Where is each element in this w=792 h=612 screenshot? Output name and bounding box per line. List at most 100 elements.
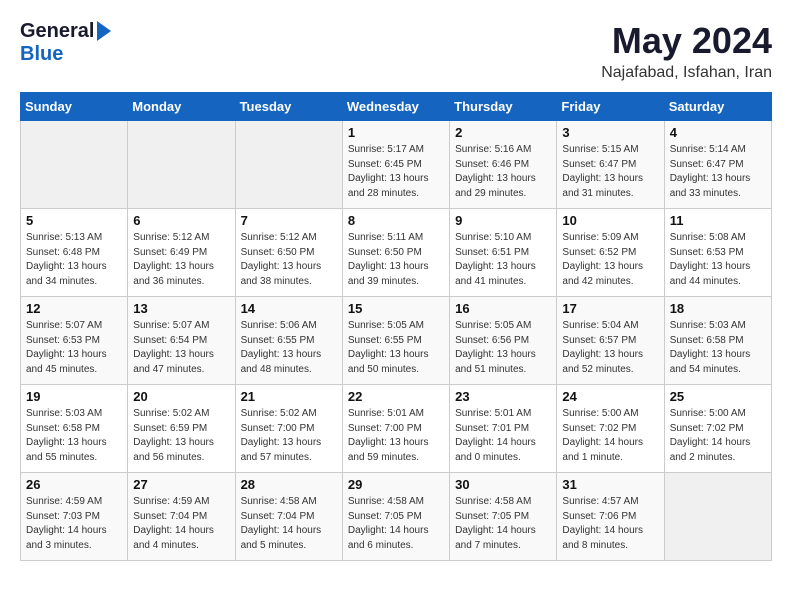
day-number: 19 — [26, 389, 122, 404]
day-detail: Sunrise: 5:01 AM Sunset: 7:01 PM Dayligh… — [455, 407, 551, 465]
month-title: May 2024 — [601, 20, 772, 62]
day-number: 18 — [670, 301, 766, 316]
day-number: 10 — [562, 213, 658, 228]
day-number: 20 — [133, 389, 229, 404]
day-of-week-header: Tuesday — [235, 93, 342, 121]
day-detail: Sunrise: 5:04 AM Sunset: 6:57 PM Dayligh… — [562, 319, 658, 377]
day-number: 3 — [562, 125, 658, 140]
calendar-cell: 26Sunrise: 4:59 AM Sunset: 7:03 PM Dayli… — [21, 473, 128, 561]
day-detail: Sunrise: 5:02 AM Sunset: 6:59 PM Dayligh… — [133, 407, 229, 465]
calendar-cell: 15 Sunrise: 5:05 AM Sunset: 6:55 PM Dayli… — [342, 297, 449, 385]
calendar-cell: 10Sunrise: 5:09 AM Sunset: 6:52 PM Dayli… — [557, 209, 664, 297]
day-number: 8 — [348, 213, 444, 228]
day-number: 17 — [562, 301, 658, 316]
day-number: 27 — [133, 477, 229, 492]
calendar-cell: 12Sunrise: 5:07 AM Sunset: 6:53 PM Dayli… — [21, 297, 128, 385]
day-detail: Sunrise: 4:57 AM Sunset: 7:06 PM Dayligh… — [562, 495, 658, 553]
calendar-cell: 7Sunrise: 5:12 AM Sunset: 6:50 PM Daylig… — [235, 209, 342, 297]
calendar-cell: 31Sunrise: 4:57 AM Sunset: 7:06 PM Dayli… — [557, 473, 664, 561]
day-number: 7 — [241, 213, 337, 228]
calendar-cell: 18 Sunrise: 5:03 AM Sunset: 6:58 PM Dayli… — [664, 297, 771, 385]
day-number: 4 — [670, 125, 766, 140]
logo-blue-text: Blue — [20, 43, 63, 65]
day-detail: Sunrise: 5:07 AM Sunset: 6:53 PM Dayligh… — [26, 319, 122, 377]
day-detail: Sunrise: 4:59 AM Sunset: 7:04 PM Dayligh… — [133, 495, 229, 553]
calendar-cell — [21, 121, 128, 209]
calendar-body: 1 Sunrise: 5:17 AM Sunset: 6:45 PM Daylig… — [21, 121, 772, 561]
calendar-table: SundayMondayTuesdayWednesdayThursdayFrid… — [20, 92, 772, 561]
day-detail: Sunrise: 5:17 AM Sunset: 6:45 PM Dayligh… — [348, 143, 444, 201]
day-number: 21 — [241, 389, 337, 404]
day-detail: Sunrise: 5:05 AM Sunset: 6:56 PM Dayligh… — [455, 319, 551, 377]
calendar-cell: 29 Sunrise: 4:58 AM Sunset: 7:05 PM Dayli… — [342, 473, 449, 561]
calendar-cell: 4 Sunrise: 5:14 AM Sunset: 6:47 PM Daylig… — [664, 121, 771, 209]
day-detail: Sunrise: 4:58 AM Sunset: 7:05 PM Dayligh… — [348, 495, 444, 553]
day-detail: Sunrise: 5:08 AM Sunset: 6:53 PM Dayligh… — [670, 231, 766, 289]
calendar-cell: 13Sunrise: 5:07 AM Sunset: 6:54 PM Dayli… — [128, 297, 235, 385]
day-detail: Sunrise: 5:10 AM Sunset: 6:51 PM Dayligh… — [455, 231, 551, 289]
calendar-cell: 22Sunrise: 5:01 AM Sunset: 7:00 PM Dayli… — [342, 385, 449, 473]
header-row: SundayMondayTuesdayWednesdayThursdayFrid… — [21, 93, 772, 121]
day-detail: Sunrise: 5:06 AM Sunset: 6:55 PM Dayligh… — [241, 319, 337, 377]
day-of-week-header: Monday — [128, 93, 235, 121]
day-number: 5 — [26, 213, 122, 228]
logo-general-text: General — [20, 20, 94, 43]
day-detail: Sunrise: 5:13 AM Sunset: 6:48 PM Dayligh… — [26, 231, 122, 289]
day-detail: Sunrise: 5:12 AM Sunset: 6:49 PM Dayligh… — [133, 231, 229, 289]
day-number: 26 — [26, 477, 122, 492]
day-detail: Sunrise: 4:58 AM Sunset: 7:05 PM Dayligh… — [455, 495, 551, 553]
calendar-cell: 25 Sunrise: 5:00 AM Sunset: 7:02 PM Dayli… — [664, 385, 771, 473]
location-title: Najafabad, Isfahan, Iran — [601, 64, 772, 82]
day-of-week-header: Thursday — [450, 93, 557, 121]
calendar-cell: 2 Sunrise: 5:16 AM Sunset: 6:46 PM Daylig… — [450, 121, 557, 209]
day-detail: Sunrise: 5:01 AM Sunset: 7:00 PM Dayligh… — [348, 407, 444, 465]
day-number: 29 — [348, 477, 444, 492]
day-detail: Sunrise: 5:02 AM Sunset: 7:00 PM Dayligh… — [241, 407, 337, 465]
calendar-cell: 24 Sunrise: 5:00 AM Sunset: 7:02 PM Dayli… — [557, 385, 664, 473]
day-detail: Sunrise: 5:05 AM Sunset: 6:55 PM Dayligh… — [348, 319, 444, 377]
calendar-cell: 30 Sunrise: 4:58 AM Sunset: 7:05 PM Dayli… — [450, 473, 557, 561]
day-number: 1 — [348, 125, 444, 140]
logo-chevron-icon — [97, 21, 111, 41]
calendar-week-row: 5 Sunrise: 5:13 AM Sunset: 6:48 PM Daylig… — [21, 209, 772, 297]
day-number: 24 — [562, 389, 658, 404]
day-number: 2 — [455, 125, 551, 140]
calendar-cell: 20 Sunrise: 5:02 AM Sunset: 6:59 PM Dayli… — [128, 385, 235, 473]
day-number: 28 — [241, 477, 337, 492]
calendar-cell: 6Sunrise: 5:12 AM Sunset: 6:49 PM Daylig… — [128, 209, 235, 297]
day-detail: Sunrise: 5:03 AM Sunset: 6:58 PM Dayligh… — [670, 319, 766, 377]
day-detail: Sunrise: 4:58 AM Sunset: 7:04 PM Dayligh… — [241, 495, 337, 553]
calendar-cell: 14Sunrise: 5:06 AM Sunset: 6:55 PM Dayli… — [235, 297, 342, 385]
calendar-cell: 19 Sunrise: 5:03 AM Sunset: 6:58 PM Dayli… — [21, 385, 128, 473]
calendar-cell: 8 Sunrise: 5:11 AM Sunset: 6:50 PM Daylig… — [342, 209, 449, 297]
day-detail: Sunrise: 5:00 AM Sunset: 7:02 PM Dayligh… — [562, 407, 658, 465]
title-area: May 2024 Najafabad, Isfahan, Iran — [601, 20, 772, 82]
day-detail: Sunrise: 5:11 AM Sunset: 6:50 PM Dayligh… — [348, 231, 444, 289]
calendar-cell: 11 Sunrise: 5:08 AM Sunset: 6:53 PM Dayli… — [664, 209, 771, 297]
day-number: 11 — [670, 213, 766, 228]
day-detail: Sunrise: 5:00 AM Sunset: 7:02 PM Dayligh… — [670, 407, 766, 465]
day-number: 23 — [455, 389, 551, 404]
day-of-week-header: Saturday — [664, 93, 771, 121]
calendar-cell: 28 Sunrise: 4:58 AM Sunset: 7:04 PM Dayli… — [235, 473, 342, 561]
day-number: 15 — [348, 301, 444, 316]
day-of-week-header: Wednesday — [342, 93, 449, 121]
day-of-week-header: Friday — [557, 93, 664, 121]
calendar-week-row: 12Sunrise: 5:07 AM Sunset: 6:53 PM Dayli… — [21, 297, 772, 385]
calendar-cell: 23 Sunrise: 5:01 AM Sunset: 7:01 PM Dayli… — [450, 385, 557, 473]
calendar-cell: 16Sunrise: 5:05 AM Sunset: 6:56 PM Dayli… — [450, 297, 557, 385]
day-detail: Sunrise: 5:16 AM Sunset: 6:46 PM Dayligh… — [455, 143, 551, 201]
calendar-cell: 5 Sunrise: 5:13 AM Sunset: 6:48 PM Daylig… — [21, 209, 128, 297]
calendar-cell: 21 Sunrise: 5:02 AM Sunset: 7:00 PM Dayli… — [235, 385, 342, 473]
day-detail: Sunrise: 5:14 AM Sunset: 6:47 PM Dayligh… — [670, 143, 766, 201]
calendar-cell: 3Sunrise: 5:15 AM Sunset: 6:47 PM Daylig… — [557, 121, 664, 209]
day-number: 25 — [670, 389, 766, 404]
page-header: General Blue May 2024 Najafabad, Isfahan… — [20, 20, 772, 82]
calendar-cell — [128, 121, 235, 209]
day-detail: Sunrise: 5:03 AM Sunset: 6:58 PM Dayligh… — [26, 407, 122, 465]
calendar-cell: 1 Sunrise: 5:17 AM Sunset: 6:45 PM Daylig… — [342, 121, 449, 209]
calendar-cell: 17 Sunrise: 5:04 AM Sunset: 6:57 PM Dayli… — [557, 297, 664, 385]
day-number: 30 — [455, 477, 551, 492]
calendar-cell: 27 Sunrise: 4:59 AM Sunset: 7:04 PM Dayli… — [128, 473, 235, 561]
day-detail: Sunrise: 5:07 AM Sunset: 6:54 PM Dayligh… — [133, 319, 229, 377]
